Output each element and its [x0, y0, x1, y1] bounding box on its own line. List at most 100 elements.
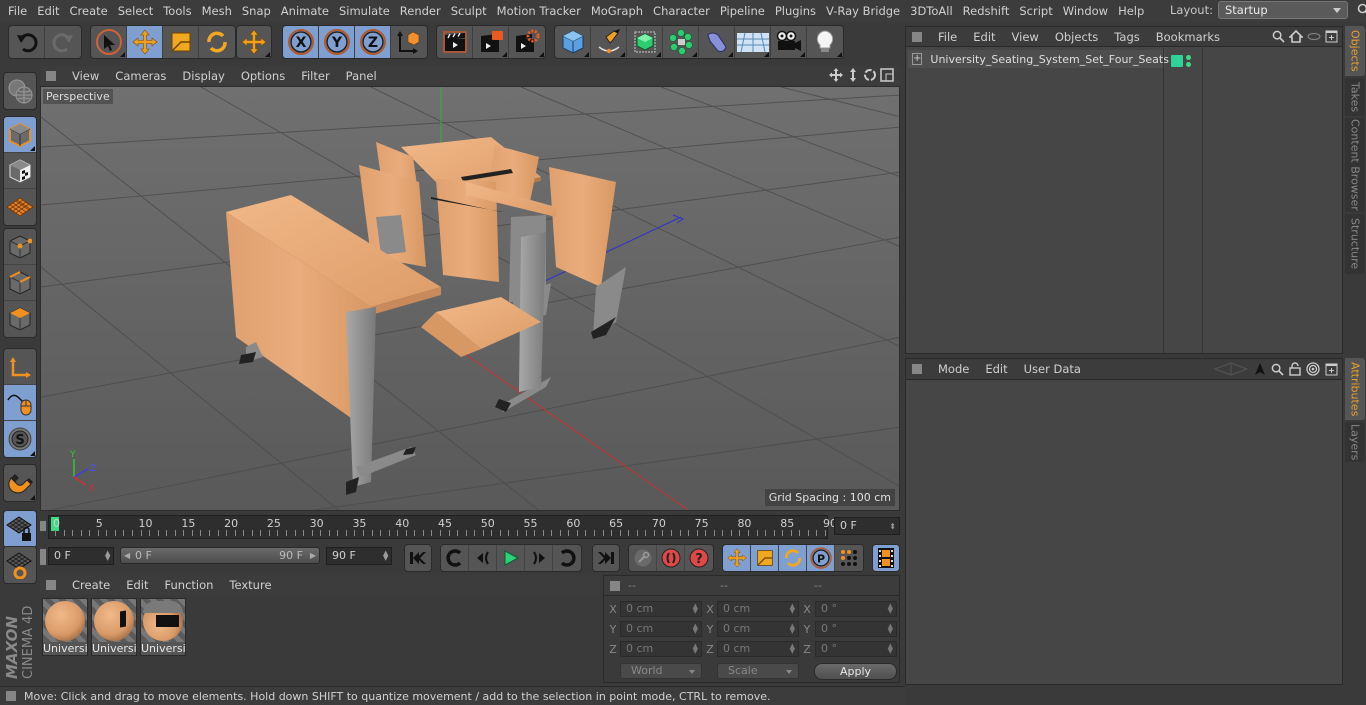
points-mode-button[interactable] — [4, 229, 36, 265]
panel-grip[interactable] — [610, 580, 620, 591]
prev-key-button[interactable] — [441, 545, 469, 571]
panel-grip[interactable] — [46, 71, 56, 81]
rotate-tool-button[interactable] — [199, 26, 235, 58]
spinner-icon[interactable]: ▲ ▼ — [383, 550, 388, 562]
scale-tool-button[interactable] — [163, 26, 199, 58]
menu-tools[interactable]: Tools — [158, 0, 196, 22]
last-tool-button[interactable] — [237, 26, 271, 58]
viewport-menu-options[interactable]: Options — [233, 69, 293, 83]
tab-structure[interactable]: Structure — [1345, 214, 1365, 274]
current-frame-field[interactable]: 0 F ⬍ — [834, 517, 900, 535]
workplane-mode-button[interactable] — [4, 189, 36, 225]
menu-pipeline[interactable]: Pipeline — [715, 0, 770, 22]
make-editable-button[interactable] — [4, 73, 36, 109]
tab-content-browser[interactable]: Content Browser — [1345, 118, 1365, 212]
goto-end-button[interactable] — [593, 545, 619, 571]
menu-plugins[interactable]: Plugins — [770, 0, 821, 22]
viewport-menu-filter[interactable]: Filter — [293, 69, 337, 83]
viewport-menu-view[interactable]: View — [64, 69, 107, 83]
play-button[interactable] — [497, 545, 525, 571]
pan-icon[interactable] — [829, 68, 843, 82]
tab-layers[interactable]: Layers — [1345, 422, 1365, 462]
texture-mode-button[interactable] — [4, 153, 36, 189]
tweak-mode-button[interactable] — [4, 385, 36, 421]
objects-menu-view[interactable]: View — [1004, 30, 1047, 44]
menu-file[interactable]: File — [0, 0, 32, 22]
coordinate-system-button[interactable] — [391, 26, 427, 58]
spinner-icon[interactable]: ▲ ▼ — [790, 623, 795, 635]
panel-grip[interactable] — [912, 31, 922, 42]
arrow-up-icon[interactable] — [1254, 362, 1266, 376]
objects-menu-edit[interactable]: Edit — [965, 30, 1003, 44]
size-z-field[interactable]: 0 cm ▲ ▼ — [717, 641, 799, 657]
panel-grip[interactable] — [912, 364, 922, 374]
range-right-arrow-icon[interactable]: ▶ — [310, 548, 316, 563]
layout-dropdown[interactable]: Startup — [1217, 1, 1348, 19]
new-window-icon[interactable] — [1325, 30, 1338, 43]
material-swatch[interactable]: Universi — [91, 598, 137, 656]
objects-menu-objects[interactable]: Objects — [1047, 30, 1106, 44]
key-position-button[interactable] — [723, 545, 751, 571]
lock-icon[interactable] — [1289, 362, 1301, 376]
panel-grip[interactable] — [6, 691, 16, 701]
material-menu-edit[interactable]: Edit — [118, 578, 156, 592]
render-view-button[interactable] — [437, 26, 473, 58]
spinner-icon[interactable]: ▲ ▼ — [790, 603, 795, 615]
x-axis-button[interactable]: X — [283, 26, 319, 58]
new-window-icon[interactable] — [1325, 363, 1338, 376]
material-menu-texture[interactable]: Texture — [221, 578, 279, 592]
add-floor-button[interactable] — [735, 26, 771, 58]
move-tool-button[interactable] — [127, 26, 163, 58]
spinner-icon[interactable]: ▲ ▼ — [888, 623, 893, 635]
menu-redshift[interactable]: Redshift — [958, 0, 1015, 22]
lock-workplane-button[interactable] — [4, 511, 36, 547]
menu-simulate[interactable]: Simulate — [334, 0, 395, 22]
add-spline-button[interactable] — [591, 26, 627, 58]
spinner-icon[interactable]: ▲ ▼ — [693, 643, 698, 655]
planar-workplane-button[interactable] — [4, 547, 36, 583]
attributes-menu-edit[interactable]: Edit — [977, 362, 1015, 376]
enable-axis-button[interactable] — [4, 349, 36, 385]
perspective-viewport[interactable]: Perspective Y Z X Grid Spacing : 100 cm — [40, 86, 900, 511]
position-y-field[interactable]: 0 cm ▲ ▼ — [620, 621, 702, 637]
object-name[interactable]: University_Seating_System_Set_Four_Seats — [930, 53, 1169, 66]
next-key-button[interactable] — [553, 545, 581, 571]
menu-vray-bridge[interactable]: V-Ray Bridge — [821, 0, 905, 22]
home-icon[interactable] — [1289, 30, 1303, 43]
panel-grip[interactable] — [46, 580, 56, 590]
object-list-item[interactable]: + 0 University_Seating_System_Set_Four_S… — [908, 50, 1169, 68]
key-parameter-button[interactable]: P — [807, 545, 835, 571]
menu-sculpt[interactable]: Sculpt — [446, 0, 492, 22]
objects-menu-tags[interactable]: Tags — [1106, 30, 1147, 44]
menu-render[interactable]: Render — [395, 0, 446, 22]
panel-grip[interactable] — [40, 549, 46, 565]
target-icon[interactable] — [1306, 362, 1320, 376]
redo-button[interactable] — [45, 26, 81, 58]
viewport-menu-panel[interactable]: Panel — [338, 69, 385, 83]
snap-button[interactable] — [4, 465, 36, 501]
spinner-icon[interactable]: ▲ ▼ — [693, 603, 698, 615]
camera-label[interactable]: Perspective — [43, 89, 113, 104]
keyframe-selection-button[interactable]: ? — [685, 545, 713, 571]
menu-script[interactable]: Script — [1014, 0, 1057, 22]
search-icon[interactable] — [1271, 363, 1284, 376]
y-axis-button[interactable]: Y — [319, 26, 355, 58]
coordinate-mode-dropdown[interactable]: World — [620, 663, 702, 679]
size-x-field[interactable]: 0 cm ▲ ▼ — [717, 601, 799, 617]
z-axis-button[interactable]: Z — [355, 26, 391, 58]
viewport-menu-cameras[interactable]: Cameras — [107, 69, 174, 83]
menu-help[interactable]: Help — [1113, 0, 1149, 22]
rotation-h-field[interactable]: 0 ° ▲ ▼ — [815, 601, 897, 617]
end-frame-field[interactable]: 90 F ▲ ▼ — [326, 547, 392, 565]
material-menu-function[interactable]: Function — [157, 578, 222, 592]
live-selection-button[interactable] — [91, 26, 127, 58]
orbit-icon[interactable] — [863, 68, 877, 82]
menu-create[interactable]: Create — [65, 0, 113, 22]
size-y-field[interactable]: 0 cm ▲ ▼ — [717, 621, 799, 637]
add-cube-button[interactable] — [555, 26, 591, 58]
spinner-icon[interactable]: ▲ ▼ — [105, 550, 110, 562]
material-swatch[interactable]: Universi — [140, 598, 186, 656]
search-icon[interactable] — [1272, 30, 1285, 43]
spinner-icon[interactable]: ▲ ▼ — [693, 623, 698, 635]
add-deformer-button[interactable] — [699, 26, 735, 58]
